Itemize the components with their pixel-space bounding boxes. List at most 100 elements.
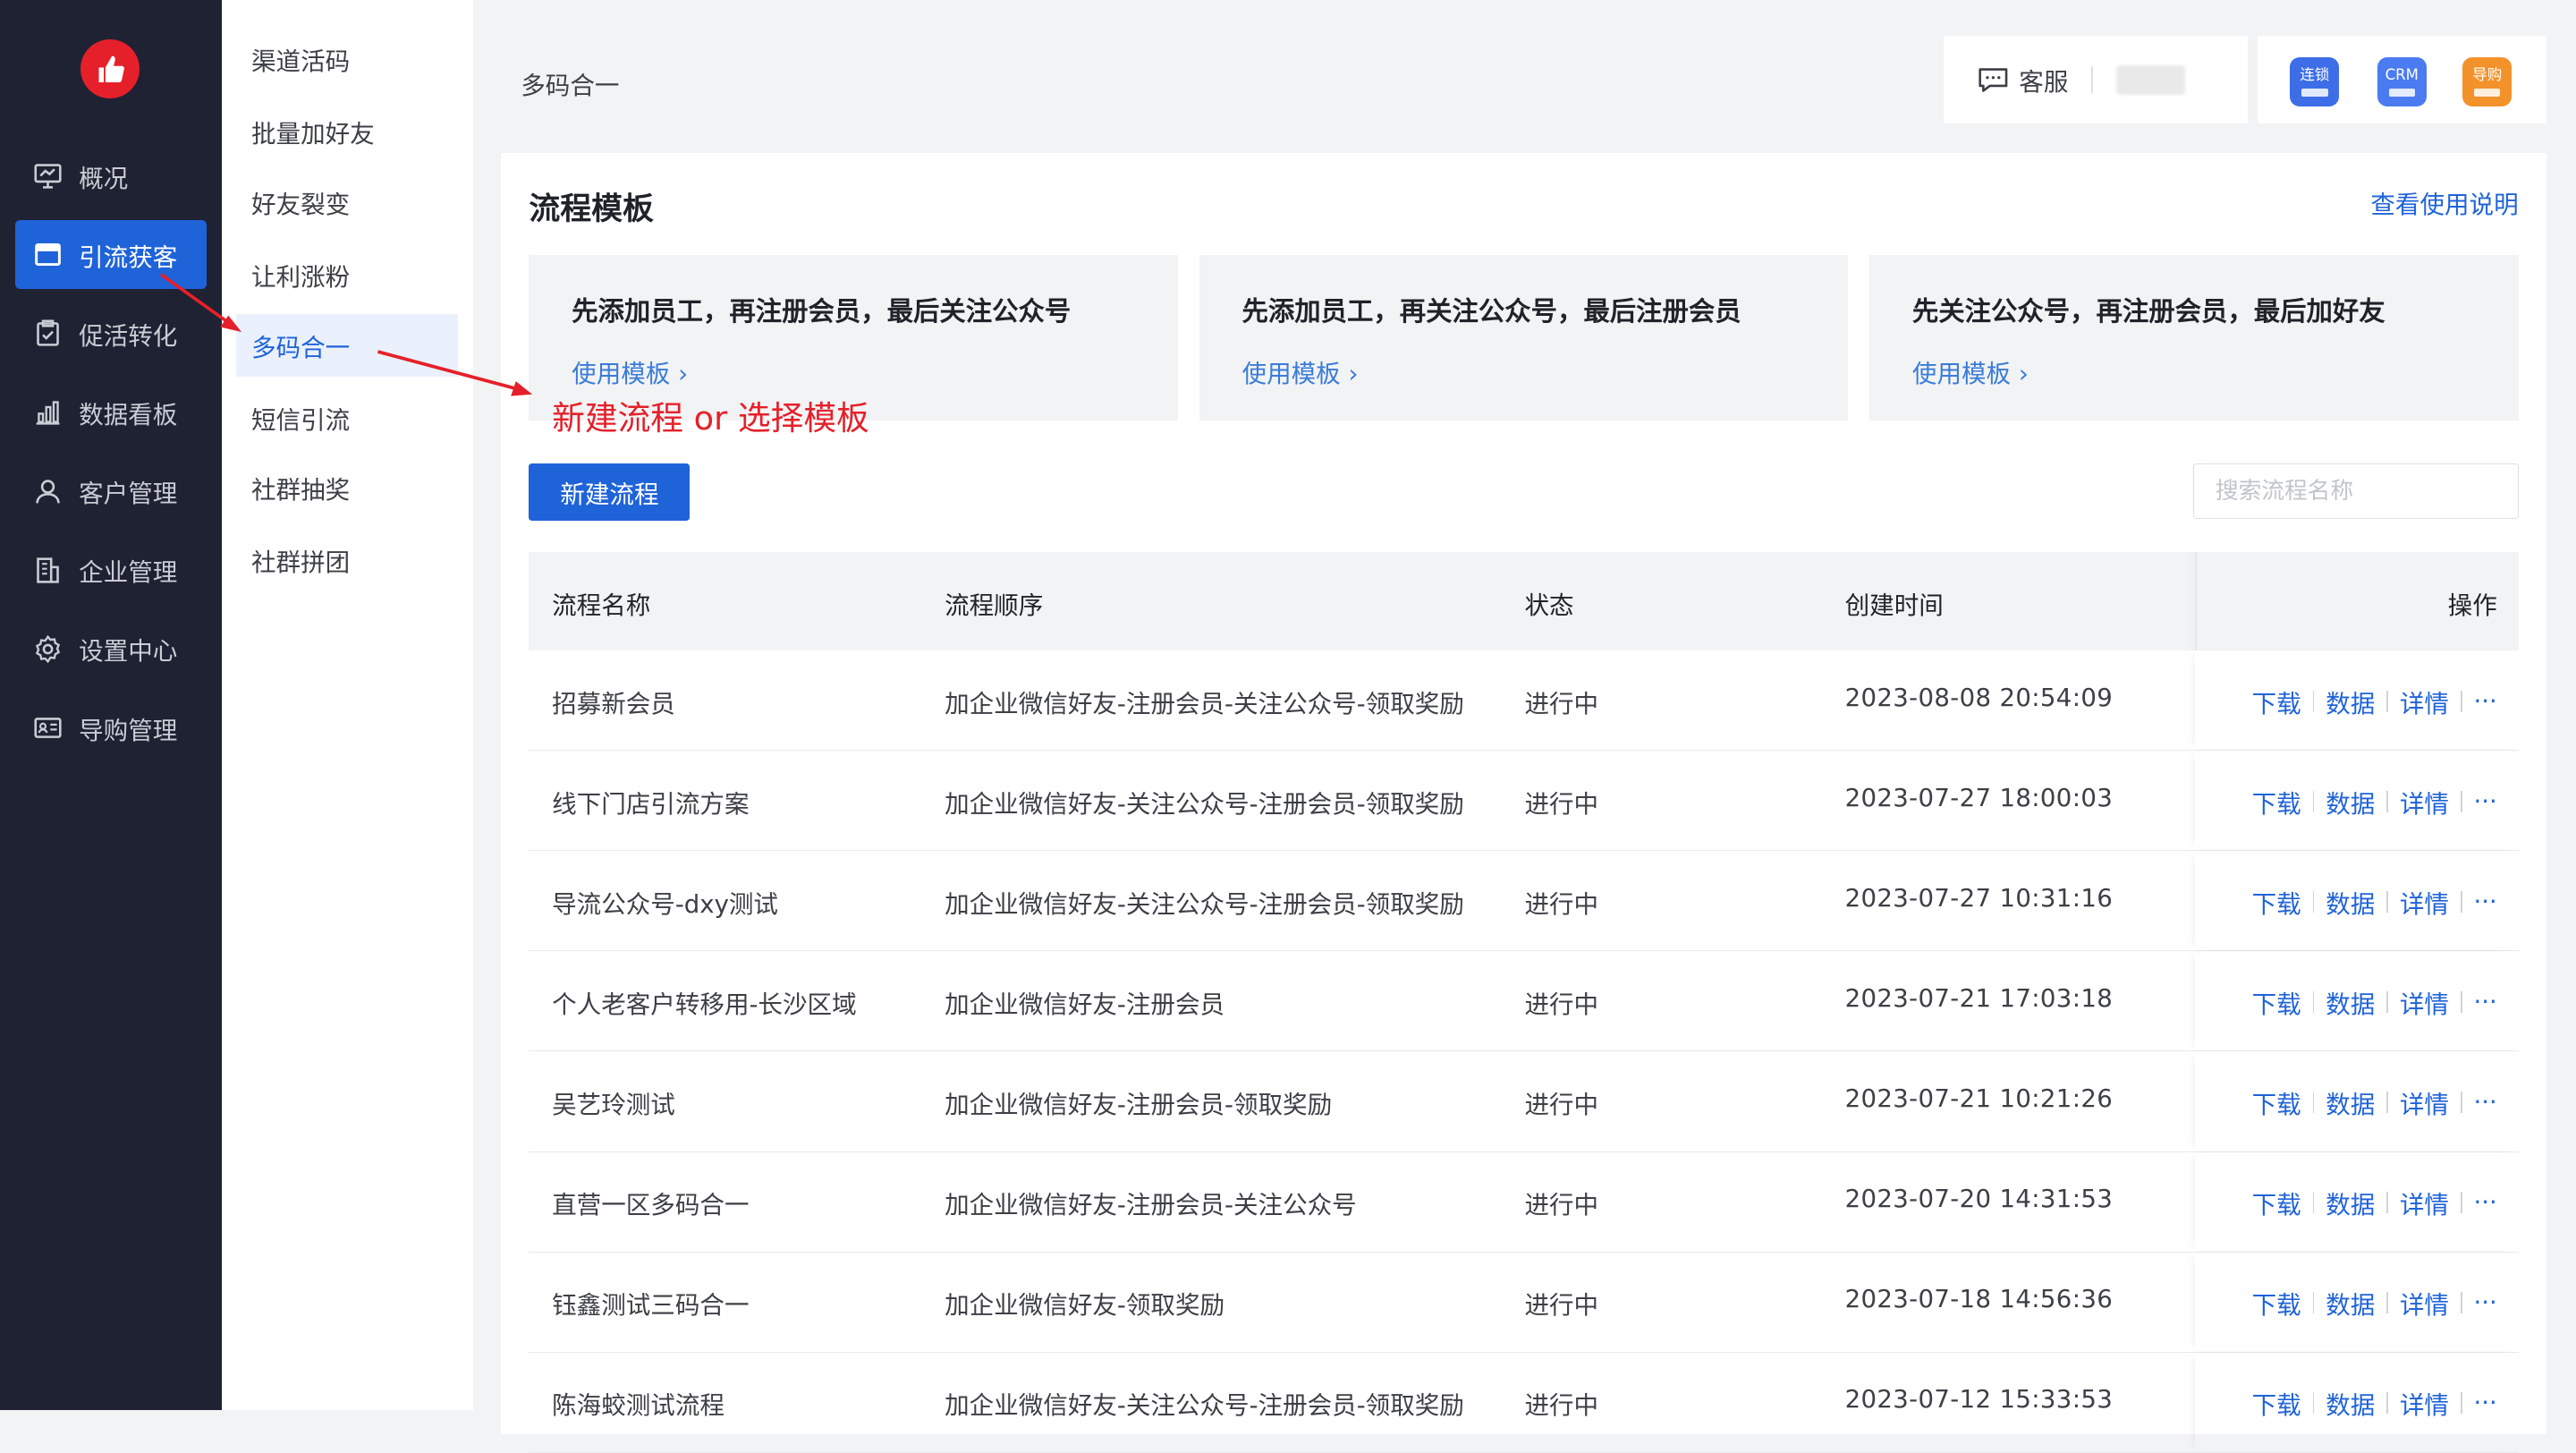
more-actions-icon[interactable]: ··· xyxy=(2473,687,2496,716)
link-separator xyxy=(2312,1092,2315,1114)
template-title: 先添加员工，再注册会员，最后关注公众号 xyxy=(572,296,1072,327)
nav-label: 概况 xyxy=(79,164,129,193)
search-input[interactable] xyxy=(2192,463,2519,520)
link-separator xyxy=(2386,1392,2389,1415)
link-separator xyxy=(2386,791,2389,813)
download-link[interactable]: 下载 xyxy=(2252,984,2301,1020)
link-separator xyxy=(2386,1192,2389,1214)
template-card[interactable]: 先关注公众号，再注册会员，最后加好友 使用模板 › xyxy=(1869,254,2519,421)
data-link[interactable]: 数据 xyxy=(2326,1285,2375,1321)
sub-item-discount-growth[interactable]: 让利涨粉 xyxy=(236,243,458,306)
link-separator xyxy=(2312,1192,2315,1214)
download-link[interactable]: 下载 xyxy=(2252,884,2301,920)
column-header-order: 流程顺序 xyxy=(945,591,1044,620)
download-link[interactable]: 下载 xyxy=(2252,1285,2301,1321)
users-strip-icon xyxy=(2388,89,2415,98)
nav-item-dashboard[interactable]: 数据看板 xyxy=(15,378,208,446)
sub-item-batch-add-friends[interactable]: 批量加好友 xyxy=(236,100,458,163)
use-template-link[interactable]: 使用模板 › xyxy=(1912,353,2029,389)
download-link[interactable]: 下载 xyxy=(2252,1185,2301,1220)
created-time: 2023-07-20 14:31:53 xyxy=(1844,1185,2114,1214)
sub-item-label: 短信引流 xyxy=(250,405,351,435)
action-links: 下载 数据 详情 ··· xyxy=(2252,1185,2497,1220)
more-actions-icon[interactable]: ··· xyxy=(2473,1288,2496,1317)
data-link[interactable]: 数据 xyxy=(2326,984,2375,1020)
detail-link[interactable]: 详情 xyxy=(2400,884,2449,920)
link-separator xyxy=(2312,791,2315,813)
detail-link[interactable]: 详情 xyxy=(2400,784,2449,820)
download-link[interactable]: 下载 xyxy=(2252,684,2301,719)
nav-label: 设置中心 xyxy=(79,637,178,667)
nav-item-activation[interactable]: 促活转化 xyxy=(15,299,208,368)
data-link[interactable]: 数据 xyxy=(2326,1185,2375,1220)
link-separator xyxy=(2386,1292,2389,1314)
data-link[interactable]: 数据 xyxy=(2326,1385,2375,1421)
use-template-link[interactable]: 使用模板 › xyxy=(572,353,688,389)
customer-service-button[interactable]: 客服 xyxy=(1977,62,2068,98)
sub-item-label: 好友裂变 xyxy=(250,190,351,219)
sub-item-channel-code[interactable]: 渠道活码 xyxy=(236,28,458,90)
page-title: 流程模板 xyxy=(529,191,654,227)
action-links: 下载 数据 详情 ··· xyxy=(2252,1385,2497,1421)
sub-item-friend-fission[interactable]: 好友裂变 xyxy=(236,171,458,234)
template-card[interactable]: 先添加员工，再关注公众号，最后注册会员 使用模板 › xyxy=(1199,254,1849,421)
flow-status: 进行中 xyxy=(1524,790,1599,820)
detail-link[interactable]: 详情 xyxy=(2400,984,2449,1020)
bar-chart-icon xyxy=(33,397,63,427)
nav-item-settings[interactable]: 设置中心 xyxy=(15,615,208,684)
building-icon xyxy=(33,556,63,585)
flow-order: 加企业微信好友-关注公众号-注册会员-领取奖励 xyxy=(945,790,1464,820)
detail-link[interactable]: 详情 xyxy=(2400,1385,2449,1421)
sub-item-multi-code[interactable]: 多码合一 xyxy=(236,313,459,377)
nav-item-overview[interactable]: 概况 xyxy=(15,141,208,210)
action-links: 下载 数据 详情 ··· xyxy=(2252,784,2497,820)
data-link[interactable]: 数据 xyxy=(2326,1084,2375,1120)
table-row: 直营一区多码合一 加企业微信好友-注册会员-关注公众号 进行中 2023-07-20 … xyxy=(529,1152,2519,1253)
download-link[interactable]: 下载 xyxy=(2252,784,2301,820)
more-actions-icon[interactable]: ··· xyxy=(2473,1188,2496,1217)
link-separator xyxy=(2460,1292,2462,1314)
data-link[interactable]: 数据 xyxy=(2326,784,2375,820)
avatar[interactable] xyxy=(2115,64,2185,95)
flow-name: 个人老客户转移用-长沙区域 xyxy=(552,990,857,1020)
flow-order: 加企业微信好友-注册会员 xyxy=(945,990,1225,1020)
data-link[interactable]: 数据 xyxy=(2326,684,2375,719)
more-actions-icon[interactable]: ··· xyxy=(2473,787,2496,816)
thumbs-up-logo-icon[interactable] xyxy=(80,39,140,99)
app-crm[interactable]: CRM xyxy=(2377,57,2427,107)
download-link[interactable]: 下载 xyxy=(2252,1084,2301,1120)
use-template-link[interactable]: 使用模板 › xyxy=(1242,353,1359,389)
flow-order: 加企业微信好友-关注公众号-注册会员-领取奖励 xyxy=(945,890,1464,920)
link-separator xyxy=(2312,1292,2315,1314)
more-actions-icon[interactable]: ··· xyxy=(2473,888,2496,916)
more-actions-icon[interactable]: ··· xyxy=(2473,1088,2496,1117)
download-link[interactable]: 下载 xyxy=(2252,1385,2301,1421)
nav-item-acquisition[interactable]: 引流获客 xyxy=(14,220,208,290)
link-separator xyxy=(2460,891,2462,913)
column-header-status: 状态 xyxy=(1524,591,1574,620)
detail-link[interactable]: 详情 xyxy=(2400,1084,2449,1120)
more-actions-icon[interactable]: ··· xyxy=(2473,1389,2496,1417)
link-separator xyxy=(2460,1392,2462,1415)
detail-link[interactable]: 详情 xyxy=(2400,1185,2449,1220)
detail-link[interactable]: 详情 xyxy=(2400,1285,2449,1321)
nav-item-customers[interactable]: 客户管理 xyxy=(15,457,208,526)
usage-guide-link[interactable]: 查看使用说明 xyxy=(2370,184,2518,220)
flow-order: 加企业微信好友-注册会员-领取奖励 xyxy=(945,1091,1333,1120)
row-actions: 下载 数据 详情 ··· xyxy=(2195,851,2519,949)
nav-item-enterprise[interactable]: 企业管理 xyxy=(15,536,208,605)
sub-item-group-buy[interactable]: 社群拼团 xyxy=(236,529,458,591)
app-chain-store[interactable]: 连锁 xyxy=(2290,57,2340,107)
sub-item-label: 批量加好友 xyxy=(250,119,375,149)
detail-link[interactable]: 详情 xyxy=(2400,684,2449,719)
sub-menu: 渠道活码 批量加好友 好友裂变 让利涨粉 多码合一 短信引流 社群抽奖 社群拼团 xyxy=(221,0,473,1410)
column-header-name: 流程名称 xyxy=(552,591,651,620)
toolbar-divider xyxy=(2091,66,2093,93)
nav-item-shopping-guide[interactable]: 导购管理 xyxy=(15,693,208,762)
data-link[interactable]: 数据 xyxy=(2326,884,2375,920)
sub-item-sms-traffic[interactable]: 短信引流 xyxy=(236,387,458,449)
new-flow-button[interactable]: 新建流程 xyxy=(529,463,691,522)
more-actions-icon[interactable]: ··· xyxy=(2473,988,2496,1016)
app-shopping-guide[interactable]: 导购 xyxy=(2462,57,2512,107)
sub-item-group-lottery[interactable]: 社群抽奖 xyxy=(236,457,458,520)
